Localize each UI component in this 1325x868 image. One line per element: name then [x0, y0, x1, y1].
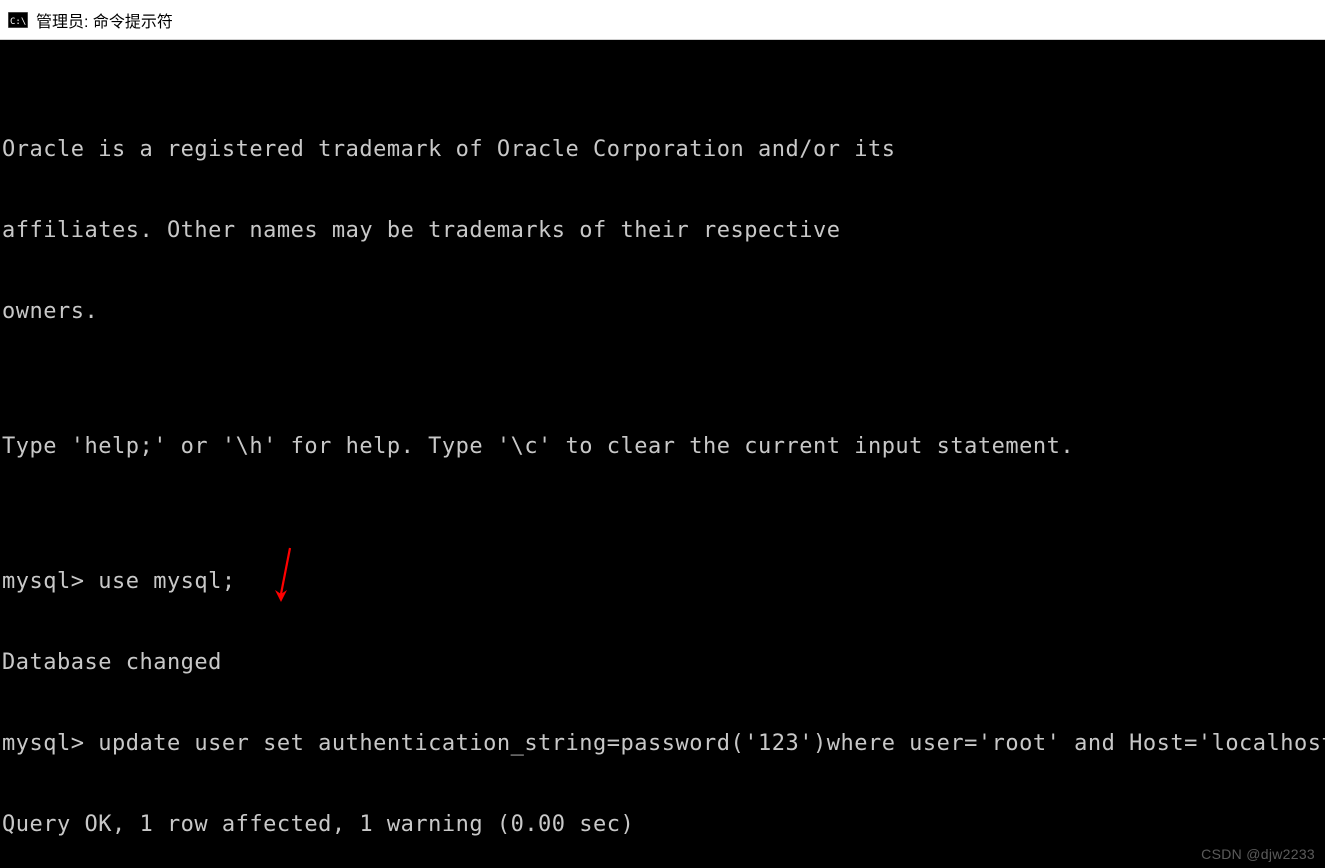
terminal-line: Query OK, 1 row affected, 1 warning (0.0… — [2, 811, 1323, 838]
svg-text:C:\.: C:\. — [10, 17, 28, 27]
terminal-line: Type 'help;' or '\h' for help. Type '\c'… — [2, 433, 1323, 460]
terminal-line: Database changed — [2, 649, 1323, 676]
window-titlebar[interactable]: C:\. 管理员: 命令提示符 — [0, 0, 1325, 40]
terminal-line: Oracle is a registered trademark of Orac… — [2, 136, 1323, 163]
terminal-output[interactable]: Oracle is a registered trademark of Orac… — [0, 40, 1325, 868]
terminal-line: mysql> use mysql; — [2, 568, 1323, 595]
watermark-text: CSDN @djw2233 — [1201, 846, 1315, 862]
cmd-app-icon: C:\. — [8, 11, 28, 29]
terminal-line: owners. — [2, 298, 1323, 325]
terminal-line: affiliates. Other names may be trademark… — [2, 217, 1323, 244]
window-title: 管理员: 命令提示符 — [36, 8, 173, 32]
terminal-line: mysql> update user set authentication_st… — [2, 730, 1323, 757]
